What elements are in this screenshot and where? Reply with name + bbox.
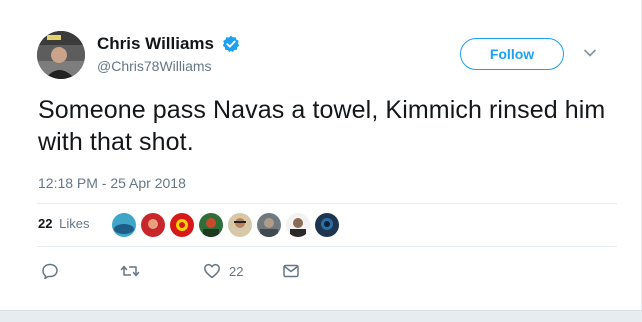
- username-handle[interactable]: @Chris78Williams: [97, 58, 212, 74]
- liker-avatar-2[interactable]: [140, 212, 166, 238]
- divider-top: [37, 203, 617, 204]
- chevron-down-icon[interactable]: [583, 46, 597, 60]
- liker-avatar-4[interactable]: [198, 212, 224, 238]
- liker-avatar-6[interactable]: [256, 212, 282, 238]
- display-name[interactable]: Chris Williams: [97, 34, 214, 54]
- tweet-timestamp[interactable]: 12:18 PM - 25 Apr 2018: [38, 175, 186, 191]
- bottom-border: [0, 310, 642, 322]
- heart-icon[interactable]: [203, 262, 221, 280]
- likes-count: 22: [38, 216, 53, 231]
- liker-avatar-7[interactable]: [285, 212, 311, 238]
- tweet-text: Someone pass Navas a towel, Kimmich rins…: [38, 96, 606, 156]
- follow-button[interactable]: Follow: [460, 38, 564, 70]
- liker-avatar-3[interactable]: [169, 212, 195, 238]
- verified-badge-icon: [222, 35, 240, 53]
- like-count: 22: [229, 264, 244, 279]
- likes-stat[interactable]: 22 Likes: [38, 216, 89, 231]
- divider-bottom: [37, 246, 617, 247]
- retweet-icon[interactable]: [120, 262, 140, 280]
- liker-avatar-1[interactable]: [111, 212, 137, 238]
- reply-icon[interactable]: [41, 262, 59, 280]
- likes-label: Likes: [59, 216, 90, 231]
- envelope-icon[interactable]: [282, 262, 300, 280]
- liker-avatar-5[interactable]: [227, 212, 253, 238]
- liker-avatar-8[interactable]: [314, 212, 340, 238]
- tweet-card: Chris Williams @Chris78Williams Follow S…: [0, 0, 642, 322]
- avatar[interactable]: [37, 31, 85, 79]
